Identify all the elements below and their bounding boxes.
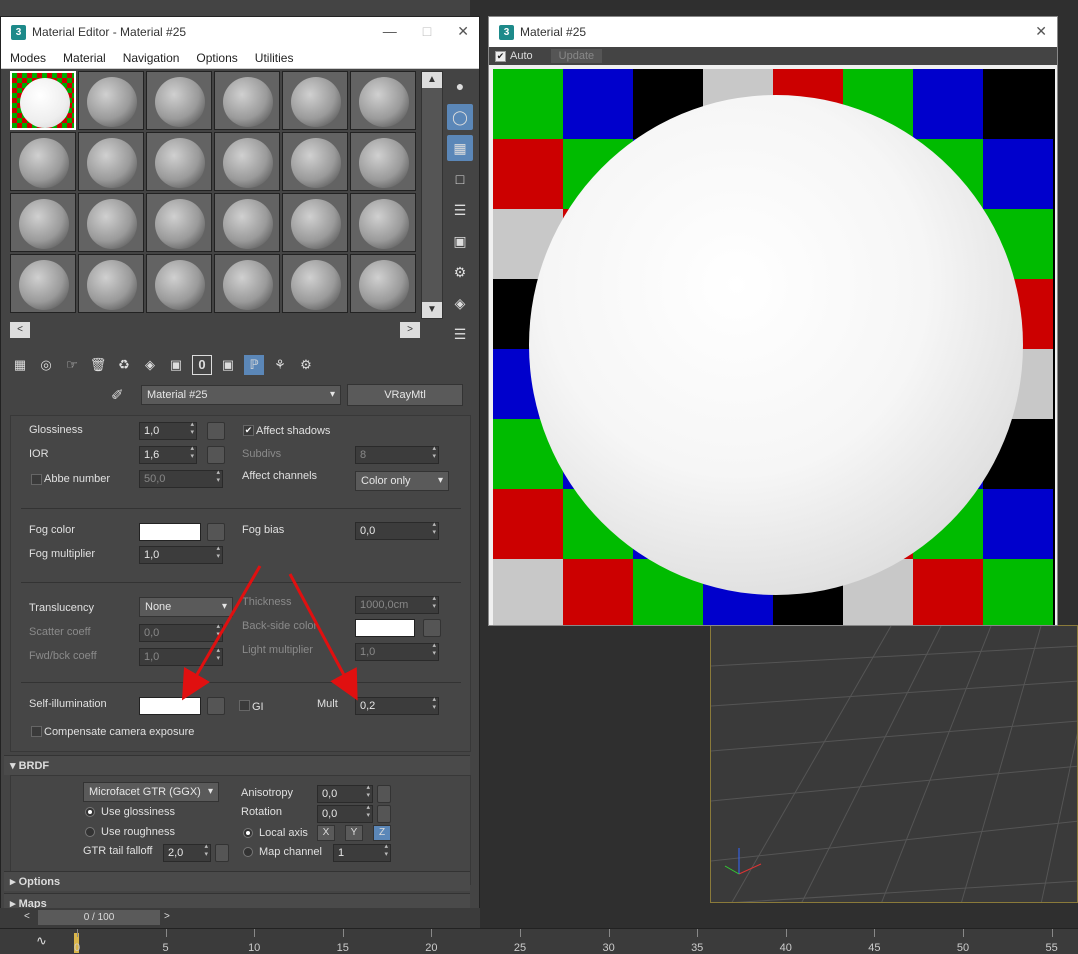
arrow-to-self-illumination: [181, 565, 262, 701]
annotation-arrows: [181, 565, 358, 701]
arrow-to-mult: [288, 573, 358, 701]
